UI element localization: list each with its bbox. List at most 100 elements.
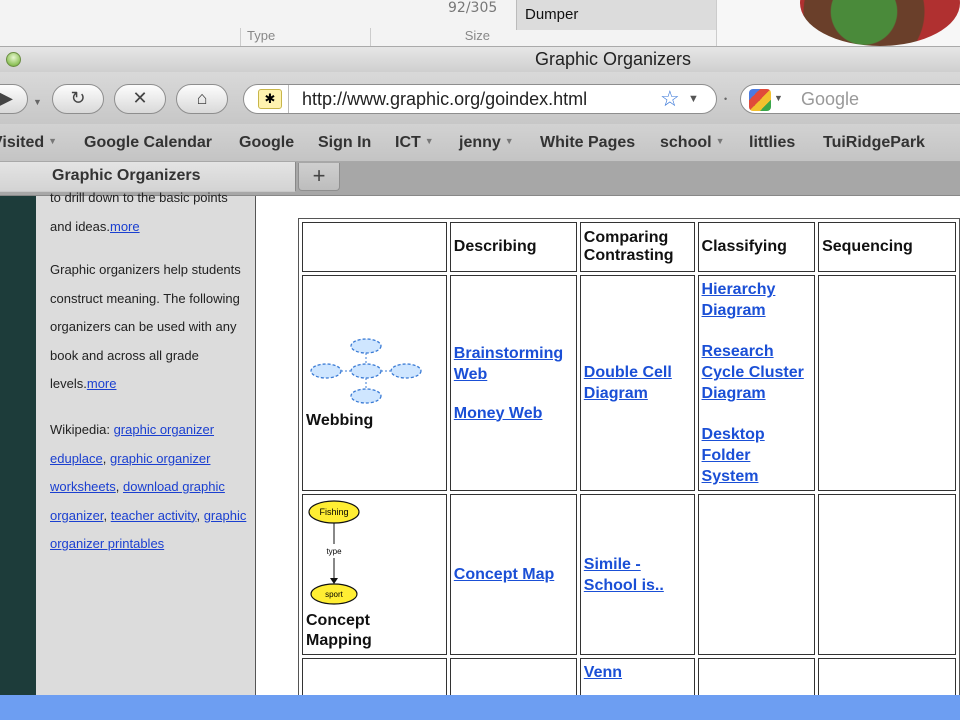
sidebar-paragraph-2: Graphic organizers help students constru… [50, 256, 250, 399]
bookmark-star-icon[interactable]: ☆ [660, 86, 680, 112]
address-bar[interactable]: ✱ http://www.graphic.org/goindex.html ☆ … [243, 84, 717, 114]
row-label-webbing: Webbing [306, 411, 374, 429]
header-empty-cell [302, 222, 447, 272]
research-cycle-link[interactable]: Research Cycle Cluster Diagram [702, 341, 812, 404]
row-label-concept-mapping: Concept Mapping [306, 612, 372, 649]
concept-map-link[interactable]: Concept Map [454, 564, 573, 585]
bookmark-littlies[interactable]: littlies [749, 134, 795, 152]
forward-button[interactable]: ▶ [0, 84, 28, 114]
webbing-classifying-cell: Hierarchy Diagram Research Cycle Cluster… [697, 275, 816, 491]
bookmark-visited[interactable]: Visited▼ [0, 134, 57, 152]
webbing-sequencing-cell [818, 275, 956, 491]
sidebar-paragraph-1: to drill down to the basic points and id… [50, 184, 250, 241]
window-title: Graphic Organizers [534, 49, 692, 69]
concept-arrowhead [330, 578, 338, 584]
column-type: Type [240, 28, 370, 46]
item-count: 92/305 [448, 0, 498, 16]
new-tab-button[interactable]: + [298, 163, 340, 191]
wiki-link[interactable]: graphic organizer [114, 422, 214, 437]
chevron-down-icon: ▼ [48, 136, 58, 146]
page-left-border-lower [0, 582, 36, 696]
web-node-top [350, 337, 382, 354]
more-link[interactable]: more [87, 376, 117, 391]
left-sidebar: to drill down to the basic points and id… [36, 190, 256, 696]
money-web-link[interactable]: Money Web [454, 403, 573, 424]
dumper-label: Dumper [525, 6, 579, 23]
background-dumper-item: Dumper [516, 0, 716, 30]
double-cell-diagram-link[interactable]: Double Cell Diagram [584, 362, 691, 404]
home-icon: ⌂ [196, 88, 208, 108]
sidebar-text: Graphic organizers help students constru… [50, 262, 241, 391]
header-classifying: Classifying [697, 222, 816, 272]
hierarchy-diagram-link[interactable]: Hierarchy Diagram [702, 279, 812, 321]
search-engine-dropdown-icon[interactable]: ▼ [774, 93, 783, 103]
table-row-concept-mapping: Fishing type sport Concept Mapping Conce… [302, 494, 956, 655]
history-dropdown-icon[interactable]: ▼ [33, 97, 42, 107]
tab-label: Graphic Organizers [52, 167, 201, 184]
bookmark-school[interactable]: school ▼ [660, 134, 724, 152]
bookmark-google[interactable]: Google [239, 134, 294, 152]
stop-icon: ✕ [132, 88, 148, 108]
google-search-engine-icon[interactable] [749, 89, 771, 111]
venn-link[interactable]: Venn [584, 662, 691, 683]
table-row-webbing: Webbing Brainstorming Web Money Web Doub… [302, 275, 956, 491]
concept-comparing-cell: Simile - School is.. [579, 494, 695, 655]
forward-arrow-icon: ▶ [0, 88, 13, 108]
web-node-bottom [350, 387, 382, 404]
reload-icon: ↻ [70, 88, 86, 108]
concept-mapping-cell: Fishing type sport Concept Mapping [302, 494, 447, 655]
teacher-activity-link[interactable]: teacher activity [111, 508, 197, 523]
site-divider [288, 85, 289, 113]
webbing-comparing-cell: Double Cell Diagram [579, 275, 695, 491]
bookmark-sign-in[interactable]: Sign In [318, 134, 371, 152]
site-identity-icon[interactable]: ✱ [258, 89, 282, 109]
graphic-organizers-table: Describing Comparing Contrasting Classif… [298, 218, 960, 720]
navigation-toolbar: ▶ ▼ ↻ ✕ ⌂ ✱ http://www.graphic.org/goind… [0, 72, 960, 124]
header-sequencing: Sequencing [818, 222, 956, 272]
desktop-folder-link[interactable]: Desktop Folder System [702, 424, 812, 487]
page-left-border [0, 196, 36, 582]
bookmark-ict[interactable]: ICT ▼ [395, 134, 434, 152]
webbing-cell: Webbing [302, 275, 447, 491]
concept-node-bottom-label: sport [325, 590, 344, 599]
url-dropdown-icon[interactable]: ▼ [688, 93, 699, 105]
header-comparing: Comparing Contrasting [579, 222, 695, 272]
window-titlebar: Graphic Organizers [0, 46, 960, 72]
sidebar-paragraph-3: Wikipedia: graphic organizer eduplace, g… [50, 422, 247, 551]
stop-button[interactable]: ✕ [114, 84, 166, 114]
search-bar[interactable]: ▼ Google [740, 84, 960, 114]
chevron-down-icon: ▼ [424, 136, 434, 146]
header-describing: Describing [449, 222, 577, 272]
simile-link[interactable]: Simile - School is.. [584, 554, 691, 596]
bookmark-google-calendar[interactable]: Google Calendar [84, 134, 212, 152]
bookmark-white-pages[interactable]: White Pages [540, 134, 635, 152]
concept-classifying-cell [697, 494, 816, 655]
web-node-right [390, 362, 422, 379]
column-size: Size [370, 28, 494, 46]
reload-button[interactable]: ↻ [52, 84, 104, 114]
chevron-down-icon: ▼ [715, 136, 725, 146]
concept-map-diagram: Fishing type sport [308, 500, 360, 605]
concept-sequencing-cell [818, 494, 956, 655]
bookmark-jenny[interactable]: jenny ▼ [459, 134, 514, 152]
screen: 92/305 Type Size Dumper Graphic Organize… [0, 0, 960, 720]
web-node-center [350, 362, 382, 379]
page-content: to drill down to the basic points and id… [0, 190, 960, 720]
concept-describing-cell: Concept Map [449, 494, 577, 655]
bottom-blue-bar [0, 695, 960, 720]
concept-link-label: type [326, 547, 342, 556]
webbing-describing-cell: Brainstorming Web Money Web [449, 275, 577, 491]
search-placeholder[interactable]: Google [801, 89, 859, 110]
bookmark-tuiridgepark[interactable]: TuiRidgePark [823, 134, 925, 152]
webbing-diagram [310, 337, 422, 404]
web-node-left [310, 362, 342, 379]
more-link[interactable]: more [110, 219, 140, 234]
table-header-row: Describing Comparing Contrasting Classif… [302, 222, 956, 272]
eduplace-link[interactable]: eduplace [50, 451, 103, 466]
url-text[interactable]: http://www.graphic.org/goindex.html [302, 89, 587, 110]
chevron-down-icon: ▼ [504, 136, 514, 146]
concept-node-top-label: Fishing [319, 507, 348, 517]
home-button[interactable]: ⌂ [176, 84, 228, 114]
sidebar-text: Wikipedia: [50, 422, 114, 437]
brainstorming-web-link[interactable]: Brainstorming Web [454, 343, 573, 385]
